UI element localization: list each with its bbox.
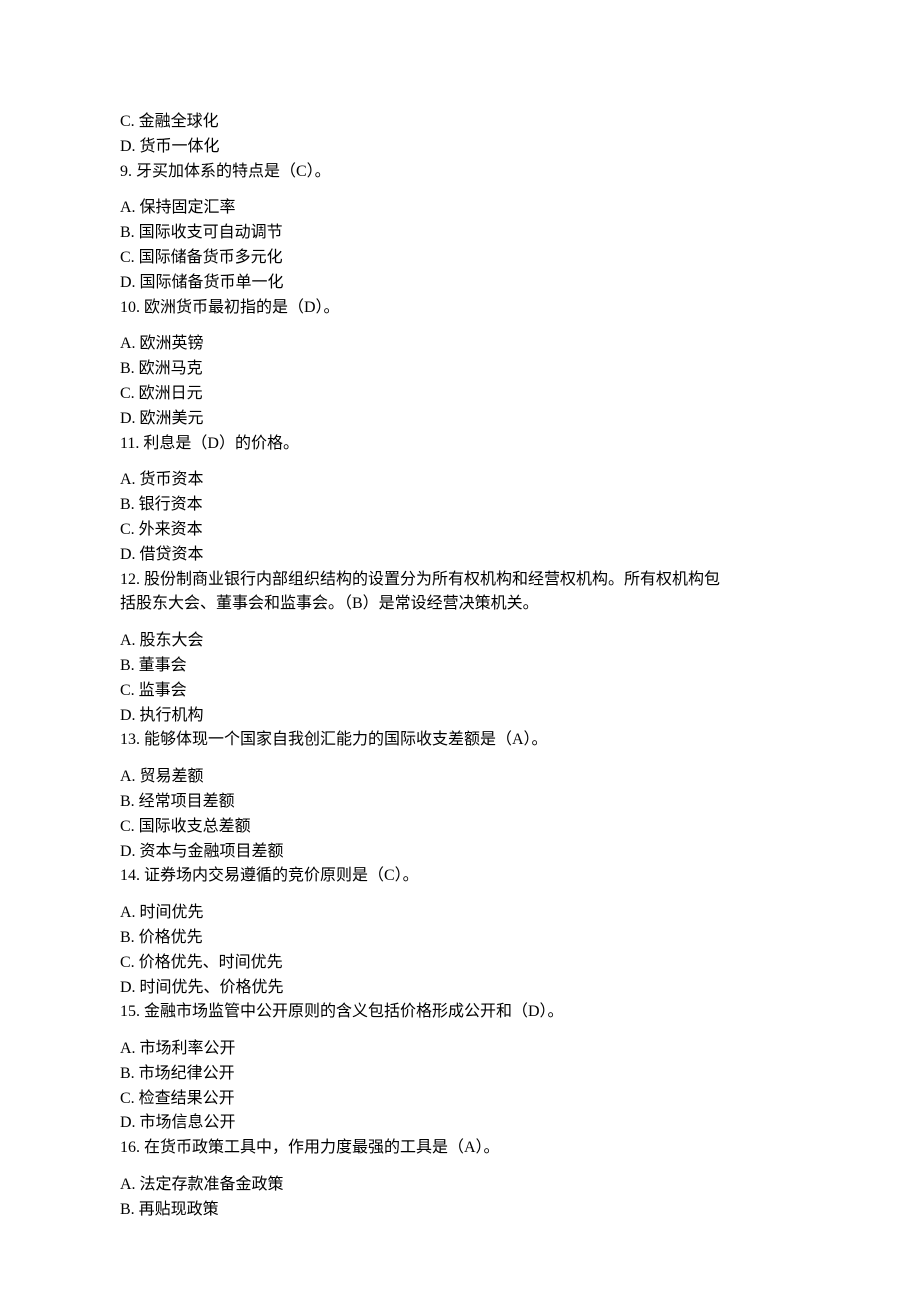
q10-option-c: C. 欧洲日元 (120, 382, 800, 407)
q12-option-a: A. 股东大会 (120, 629, 800, 654)
q9-stem: 9. 牙买加体系的特点是（C）。 (120, 160, 800, 185)
gap (120, 753, 800, 765)
q15-stem: 15. 金融市场监管中公开原则的含义包括价格形成公开和（D）。 (120, 1000, 800, 1025)
q9-option-b: B. 国际收支可自动调节 (120, 221, 800, 246)
prev-option-d: D. 货币一体化 (120, 135, 800, 160)
q11-option-c: C. 外来资本 (120, 518, 800, 543)
q12-option-d: D. 执行机构 (120, 704, 800, 729)
q16-stem: 16. 在货币政策工具中，作用力度最强的工具是（A）。 (120, 1136, 800, 1161)
q13-option-d: D. 资本与金融项目差额 (120, 840, 800, 865)
gap (120, 320, 800, 332)
q11-option-d: D. 借贷资本 (120, 543, 800, 568)
q12-stem-line1: 12. 股份制商业银行内部组织结构的设置分为所有权机构和经营权机构。所有权机构包 (120, 568, 800, 593)
q15-option-b: B. 市场纪律公开 (120, 1062, 800, 1087)
q14-option-c: C. 价格优先、时间优先 (120, 951, 800, 976)
q9-option-d: D. 国际储备货币单一化 (120, 271, 800, 296)
q13-option-c: C. 国际收支总差额 (120, 815, 800, 840)
q10-option-b: B. 欧洲马克 (120, 357, 800, 382)
gap (120, 184, 800, 196)
q14-option-d: D. 时间优先、价格优先 (120, 976, 800, 1001)
q10-option-a: A. 欧洲英镑 (120, 332, 800, 357)
q14-option-a: A. 时间优先 (120, 901, 800, 926)
gap (120, 1025, 800, 1037)
q9-option-c: C. 国际储备货币多元化 (120, 246, 800, 271)
q12-option-b: B. 董事会 (120, 654, 800, 679)
q13-option-a: A. 贸易差额 (120, 765, 800, 790)
q11-option-b: B. 银行资本 (120, 493, 800, 518)
gap (120, 889, 800, 901)
q16-option-a: A. 法定存款准备金政策 (120, 1173, 800, 1198)
q15-option-c: C. 检查结果公开 (120, 1087, 800, 1112)
q11-option-a: A. 货币资本 (120, 468, 800, 493)
document-page: C. 金融全球化 D. 货币一体化 9. 牙买加体系的特点是（C）。 A. 保持… (0, 0, 920, 1303)
q10-option-d: D. 欧洲美元 (120, 407, 800, 432)
gap (120, 617, 800, 629)
prev-option-c: C. 金融全球化 (120, 110, 800, 135)
q13-stem: 13. 能够体现一个国家自我创汇能力的国际收支差额是（A）。 (120, 728, 800, 753)
q15-option-a: A. 市场利率公开 (120, 1037, 800, 1062)
q11-stem: 11. 利息是（D）的价格。 (120, 432, 800, 457)
q12-option-c: C. 监事会 (120, 679, 800, 704)
q14-option-b: B. 价格优先 (120, 926, 800, 951)
q12-stem-line2: 括股东大会、董事会和监事会。（B）是常设经营决策机关。 (120, 592, 800, 617)
q16-option-b: B. 再贴现政策 (120, 1198, 800, 1223)
gap (120, 1161, 800, 1173)
q10-stem: 10. 欧洲货币最初指的是（D）。 (120, 296, 800, 321)
q9-option-a: A. 保持固定汇率 (120, 196, 800, 221)
q15-option-d: D. 市场信息公开 (120, 1111, 800, 1136)
q14-stem: 14. 证券场内交易遵循的竞价原则是（C）。 (120, 864, 800, 889)
q13-option-b: B. 经常项目差额 (120, 790, 800, 815)
gap (120, 456, 800, 468)
